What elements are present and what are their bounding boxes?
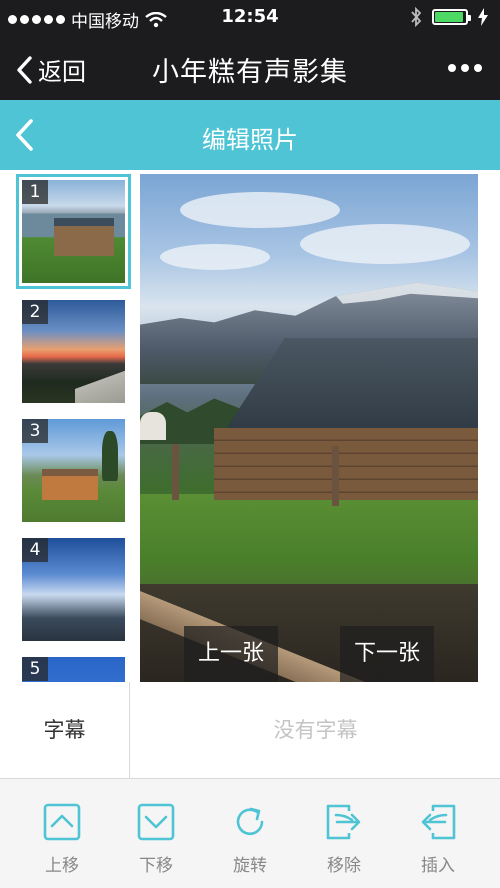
chevron-left-icon	[17, 55, 32, 84]
status-right	[410, 7, 488, 27]
charging-icon	[478, 8, 488, 26]
move-up-label: 上移	[45, 856, 79, 876]
thumbnail-image	[42, 469, 98, 500]
insert-label: 插入	[421, 856, 455, 876]
caption-row: 字幕 没有字幕	[0, 682, 500, 779]
thumbnail-number: 3	[22, 419, 48, 443]
thumbnail-number: 4	[22, 538, 48, 562]
move-down-label: 下移	[139, 856, 173, 876]
more-button[interactable]	[448, 64, 482, 72]
photo-scenery	[140, 412, 166, 440]
thumbnail-5[interactable]: 5	[22, 657, 125, 682]
remove-label: 移除	[327, 856, 361, 876]
photo-scenery	[172, 444, 179, 500]
chevron-left-icon	[16, 119, 33, 151]
thumbnail-4[interactable]: 4	[22, 538, 125, 641]
photo-scenery	[180, 192, 340, 228]
thumbnail-2[interactable]: 2	[22, 300, 125, 403]
photo-scenery	[300, 224, 470, 264]
remove-icon	[326, 804, 361, 840]
caption-label: 字幕	[0, 682, 130, 778]
battery-icon	[432, 9, 471, 25]
bottom-toolbar: 上移 下移 旋转 移除 插入	[0, 779, 500, 888]
caption-input[interactable]: 没有字幕	[131, 682, 500, 778]
bluetooth-icon	[411, 7, 422, 27]
move-up-icon	[43, 803, 81, 841]
thumbnail-3[interactable]: 3	[22, 419, 125, 522]
status-bar: 中国移动 12:54	[0, 0, 500, 34]
back-button[interactable]: 返回	[16, 52, 86, 87]
move-down-icon	[137, 803, 175, 841]
remove-button[interactable]: 移除	[309, 803, 379, 876]
page-title: 编辑照片	[202, 126, 298, 154]
thumbnail-number: 5	[22, 657, 48, 681]
thumbnail-number: 2	[22, 300, 48, 324]
thumbnail-list[interactable]: 1 2 3 4 5	[0, 170, 140, 682]
rotate-icon	[236, 807, 264, 836]
thumbnail-number: 1	[22, 180, 48, 204]
photo-scenery	[214, 428, 478, 500]
thumbnail-image	[54, 218, 114, 256]
rotate-button[interactable]: 旋转	[215, 803, 285, 876]
insert-button[interactable]: 插入	[403, 803, 473, 876]
rotate-label: 旋转	[233, 856, 267, 876]
insert-icon	[421, 804, 456, 840]
thumbnail-1[interactable]: 1	[16, 174, 131, 289]
editor-header: 编辑照片	[0, 100, 500, 170]
nav-bar: 返回 小年糕有声影集	[0, 34, 500, 100]
photo-preview: 上一张 下一张	[140, 174, 478, 682]
photo-scenery	[332, 446, 339, 506]
back-label: 返回	[38, 58, 86, 86]
move-up-button[interactable]: 上移	[27, 803, 97, 876]
previous-photo-button[interactable]: 上一张	[184, 626, 278, 682]
thumbnail-image	[102, 431, 118, 481]
next-photo-button[interactable]: 下一张	[340, 626, 434, 682]
thumbnail-image	[75, 367, 125, 403]
photo-scenery	[160, 244, 270, 270]
editor-back-button[interactable]	[14, 118, 34, 156]
move-down-button[interactable]: 下移	[121, 803, 191, 876]
